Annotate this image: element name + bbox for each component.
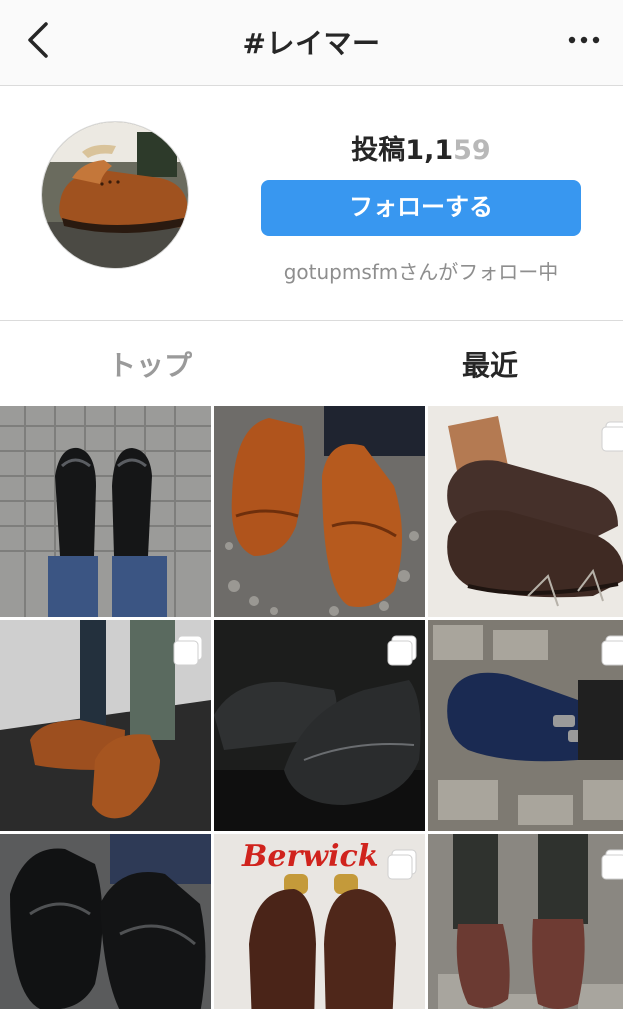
ellipsis-icon	[568, 36, 600, 44]
multiple-photos-icon	[601, 635, 623, 666]
multiple-photos-icon	[173, 635, 203, 666]
tab-top[interactable]: トップ	[50, 344, 250, 384]
multiple-photos-icon	[601, 421, 623, 452]
hashtag-avatar	[41, 121, 189, 269]
post-thumbnail[interactable]: Berwick	[214, 834, 425, 1009]
post-thumbnail[interactable]	[0, 834, 211, 1009]
multiple-photos-icon	[387, 849, 417, 880]
post-thumbnail[interactable]	[428, 834, 623, 1009]
multiple-photos-icon	[601, 849, 623, 880]
multiple-photos-icon	[387, 635, 417, 666]
post-thumbnail[interactable]	[214, 620, 425, 831]
hashtag-header: 投稿1,159 フォローする gotupmsfmさんがフォロー中	[0, 86, 623, 321]
more-options-button[interactable]	[567, 28, 601, 52]
follow-button[interactable]: フォローする	[261, 180, 581, 236]
hashtag-page: #レイマー 投稿1,159 フォローする gotupmsfmさんがフォロー中 ト…	[0, 0, 623, 1009]
tab-recent[interactable]: 最近	[390, 344, 590, 384]
post-grid: Berwick	[0, 406, 623, 1009]
post-count-faded: 59	[453, 135, 491, 166]
followed-by-note: gotupmsfmさんがフォロー中	[283, 260, 559, 284]
photo-text-berwick: Berwick	[241, 839, 379, 874]
top-bar: #レイマー	[0, 0, 623, 86]
post-thumbnail[interactable]	[214, 406, 425, 617]
page-title: #レイマー	[242, 27, 381, 60]
post-count-main: 投稿1,1	[351, 135, 454, 166]
post-thumbnail[interactable]	[428, 620, 623, 831]
post-thumbnail[interactable]	[0, 406, 211, 617]
feed-tabs: トップ 最近	[0, 322, 623, 406]
post-thumbnail[interactable]	[0, 620, 211, 831]
post-thumbnail[interactable]	[428, 406, 623, 617]
post-count: 投稿1,159	[261, 128, 581, 167]
